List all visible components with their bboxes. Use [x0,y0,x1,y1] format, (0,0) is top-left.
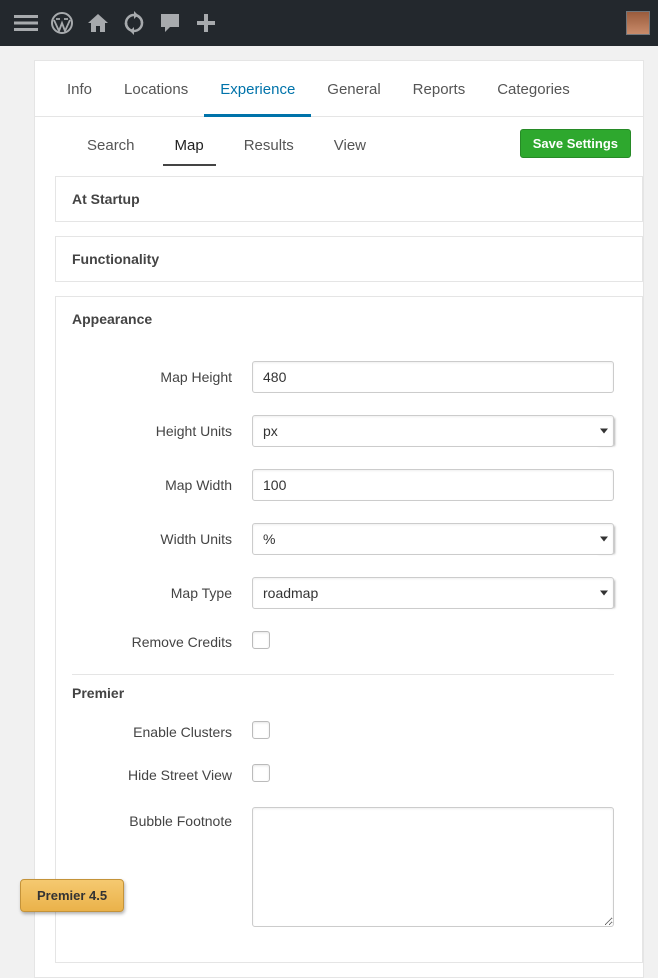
checkbox-hide-street-view[interactable] [252,764,270,782]
label-map-type: Map Type [72,585,252,601]
row-map-width: Map Width [72,469,614,501]
subtab-map[interactable]: Map [155,127,224,166]
section-appearance: Appearance Map Height Height Units px Ma… [55,296,643,963]
save-settings-button[interactable]: Save Settings [520,129,631,158]
row-map-height: Map Height [72,361,614,393]
row-remove-credits: Remove Credits [72,631,614,652]
subtab-results[interactable]: Results [224,127,314,166]
label-map-height: Map Height [72,369,252,385]
section-functionality[interactable]: Functionality [55,236,643,282]
label-width-units: Width Units [72,531,252,547]
row-height-units: Height Units px [72,415,614,447]
primary-tabs: Info Locations Experience General Report… [35,61,643,117]
settings-panel: Info Locations Experience General Report… [34,60,644,978]
row-bubble-footnote: Bubble Footnote [72,807,614,930]
textarea-bubble-footnote[interactable] [252,807,614,927]
section-header-appearance: Appearance [56,297,642,341]
refresh-icon[interactable] [116,0,152,46]
tab-info[interactable]: Info [51,61,108,116]
select-height-units[interactable]: px [252,415,614,447]
label-remove-credits: Remove Credits [72,634,252,650]
section-at-startup[interactable]: At Startup [55,176,643,222]
label-bubble-footnote: Bubble Footnote [72,807,252,829]
admin-toolbar [0,0,658,46]
input-map-width[interactable] [252,469,614,501]
secondary-tabs: Search Map Results View [67,127,386,166]
tab-general[interactable]: General [311,61,396,116]
tab-reports[interactable]: Reports [397,61,482,116]
select-map-type[interactable]: roadmap [252,577,614,609]
menu-icon[interactable] [8,0,44,46]
row-enable-clusters: Enable Clusters [72,721,614,742]
premier-badge[interactable]: Premier 4.5 [20,879,124,912]
subtab-search[interactable]: Search [67,127,155,166]
checkbox-remove-credits[interactable] [252,631,270,649]
tab-experience[interactable]: Experience [204,61,311,116]
select-width-units[interactable]: % [252,523,614,555]
tab-locations[interactable]: Locations [108,61,204,116]
section-header-at-startup: At Startup [56,177,642,221]
row-hide-street-view: Hide Street View [72,764,614,785]
row-width-units: Width Units % [72,523,614,555]
label-enable-clusters: Enable Clusters [72,724,252,740]
row-map-type: Map Type roadmap [72,577,614,609]
subtab-view[interactable]: View [314,127,386,166]
label-map-width: Map Width [72,477,252,493]
label-height-units: Height Units [72,423,252,439]
wordpress-icon[interactable] [44,0,80,46]
label-hide-street-view: Hide Street View [72,767,252,783]
home-icon[interactable] [80,0,116,46]
secondary-tab-row: Search Map Results View Save Settings [55,117,643,166]
section-header-functionality: Functionality [56,237,642,281]
avatar[interactable] [626,11,650,35]
plus-icon[interactable] [188,0,224,46]
subsection-premier: Premier [72,674,614,701]
checkbox-enable-clusters[interactable] [252,721,270,739]
tab-categories[interactable]: Categories [481,61,586,116]
input-map-height[interactable] [252,361,614,393]
comment-icon[interactable] [152,0,188,46]
